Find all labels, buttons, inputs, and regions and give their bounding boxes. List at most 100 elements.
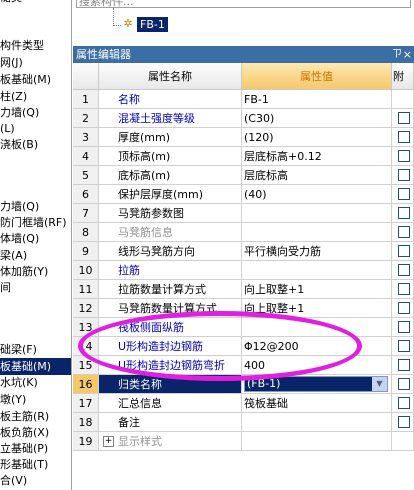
add-checkbox[interactable] [398, 359, 410, 371]
property-value[interactable]: (40) [242, 185, 392, 204]
property-name: 混凝土强度等级 [99, 109, 242, 128]
add-checkbox[interactable] [398, 397, 410, 409]
tree-item[interactable]: 防门框墙(RF) [0, 214, 67, 231]
tree-item[interactable]: 储类 [0, 0, 22, 6]
tree-item[interactable]: 立基础(P) [0, 440, 48, 457]
property-value[interactable] [242, 318, 392, 337]
property-row[interactable]: 13 筏板侧面纵筋 [73, 318, 414, 337]
property-name: 马凳筋信息 [99, 223, 242, 242]
add-checkbox[interactable] [398, 169, 410, 181]
tree-item[interactable]: 力墙(Q) [0, 104, 39, 121]
add-cell [392, 413, 414, 432]
tree-item[interactable]: 梁(A) [0, 247, 27, 264]
add-checkbox[interactable] [398, 283, 410, 295]
property-value[interactable]: (FB-1) ▼ [242, 375, 392, 394]
property-row[interactable]: 7 马凳筋参数图 [73, 204, 414, 223]
property-row[interactable]: 4 顶标高(m) 层底标高+0.12 [73, 147, 414, 166]
tree-item[interactable]: 板基础(M) [0, 71, 51, 88]
property-row[interactable]: 2 混凝土强度等级 (C30) [73, 109, 414, 128]
tree-item[interactable]: (L) [0, 120, 15, 137]
tree-item[interactable]: 板负筋(X) [0, 424, 49, 441]
property-row[interactable]: 10 拉筋 [73, 261, 414, 280]
property-row[interactable]: 19 显示样式 + [73, 432, 414, 451]
property-name: 马凳筋参数图 [99, 204, 242, 223]
property-name: U形构造封边钢筋 [99, 337, 242, 356]
property-row[interactable]: 14 U形构造封边钢筋 Φ12@200 [73, 337, 414, 356]
row-number: 2 [73, 109, 99, 128]
header-add[interactable]: 附加 [392, 63, 414, 90]
property-editor-titlebar: 属性编辑器 ㄗ × [73, 46, 414, 63]
property-value[interactable]: 层底标高 [242, 166, 392, 185]
tree-item[interactable]: 网(J) [0, 54, 23, 71]
add-checkbox[interactable] [398, 321, 410, 333]
tree-item[interactable]: 浇板(B) [0, 136, 38, 153]
tree-item[interactable]: 墩(Y) [0, 391, 26, 408]
add-checkbox[interactable] [398, 264, 410, 276]
tree-item[interactable]: 体墙(Q) [0, 230, 39, 247]
property-row[interactable]: 16 归类名称 (FB-1) ▼ [73, 375, 414, 394]
property-value[interactable]: FB-1 [242, 90, 392, 109]
property-value[interactable]: 向上取整+1 [242, 299, 392, 318]
property-name: 筏板侧面纵筋 [99, 318, 242, 337]
property-value[interactable] [242, 432, 392, 451]
add-checkbox[interactable] [398, 245, 410, 257]
property-value[interactable]: Φ12@200 [242, 337, 392, 356]
tree-item[interactable]: 间 [0, 279, 11, 296]
property-row[interactable]: 3 厚度(mm) (120) [73, 128, 414, 147]
property-name: 归类名称 [99, 375, 242, 394]
property-row[interactable]: 8 马凳筋信息 [73, 223, 414, 242]
property-row[interactable]: 17 汇总信息 筏板基础 [73, 394, 414, 413]
property-row[interactable]: 1 名称 FB-1 [73, 90, 414, 109]
add-checkbox[interactable] [398, 302, 410, 314]
tree-item[interactable]: 力墙(Q) [0, 198, 39, 215]
row-number: 19 [73, 432, 99, 451]
property-row[interactable]: 12 马凳筋数量计算方式 向上取整+1 [73, 299, 414, 318]
property-value[interactable]: 筏板基础 [242, 394, 392, 413]
pin-icon[interactable]: ㄗ [392, 46, 402, 63]
panel-title: 属性编辑器 [76, 48, 131, 61]
tree-item-selected[interactable]: 板基础(M) [0, 358, 71, 375]
property-value[interactable]: 层底标高+0.12 [242, 147, 392, 166]
header-property-name[interactable]: 属性名称 [99, 63, 242, 90]
close-icon[interactable]: × [403, 46, 412, 63]
header-property-value[interactable]: 属性值 [242, 63, 392, 90]
property-value[interactable]: 400 [242, 356, 392, 375]
tree-item[interactable]: 形基础(T) [0, 456, 48, 473]
chevron-down-icon[interactable]: ▼ [372, 377, 387, 391]
add-checkbox[interactable] [398, 112, 410, 124]
tree-item[interactable]: 合(V) [0, 472, 27, 489]
property-value[interactable] [242, 413, 392, 432]
property-value[interactable]: 平行横向受力筋 [242, 242, 392, 261]
property-row[interactable]: 9 线形马凳筋方向 平行横向受力筋 [73, 242, 414, 261]
add-checkbox[interactable] [398, 131, 410, 143]
search-input[interactable]: 搜索构件... [76, 0, 411, 8]
tree-item[interactable]: 体加筋(Y) [0, 263, 48, 280]
tree-item[interactable]: 板主筋(R) [0, 408, 49, 425]
add-checkbox[interactable] [398, 207, 410, 219]
add-checkbox[interactable] [398, 340, 410, 352]
property-row[interactable]: 5 底标高(m) 层底标高 [73, 166, 414, 185]
property-value[interactable] [242, 261, 392, 280]
property-row[interactable]: 11 拉筋数量计算方式 向上取整+1 [73, 280, 414, 299]
property-row[interactable]: 18 备注 [73, 413, 414, 432]
add-checkbox[interactable] [398, 378, 410, 390]
component-list-panel: 搜索构件... ✲ FB-1 [73, 0, 414, 46]
property-value[interactable]: 向上取整+1 [242, 280, 392, 299]
expand-icon[interactable]: + [103, 436, 114, 447]
classification-dropdown[interactable]: (FB-1) ▼ [244, 376, 388, 392]
add-checkbox[interactable] [398, 416, 410, 428]
tree-item[interactable]: 水坑(K) [0, 374, 38, 391]
add-checkbox[interactable] [398, 150, 410, 162]
component-node-fb1[interactable]: FB-1 [137, 17, 168, 32]
property-value[interactable] [242, 204, 392, 223]
property-row[interactable]: 6 保护层厚度(mm) (40) [73, 185, 414, 204]
property-value[interactable] [242, 223, 392, 242]
add-checkbox[interactable] [398, 226, 410, 238]
tree-item[interactable]: 构件类型 [0, 37, 44, 54]
add-checkbox[interactable] [398, 188, 410, 200]
property-value[interactable]: (120) [242, 128, 392, 147]
tree-item[interactable]: 础梁(F) [0, 341, 37, 358]
property-row[interactable]: 15 U形构造封边钢筋弯折 400 [73, 356, 414, 375]
property-value[interactable]: (C30) [242, 109, 392, 128]
tree-item[interactable]: 柱(Z) [0, 88, 27, 105]
